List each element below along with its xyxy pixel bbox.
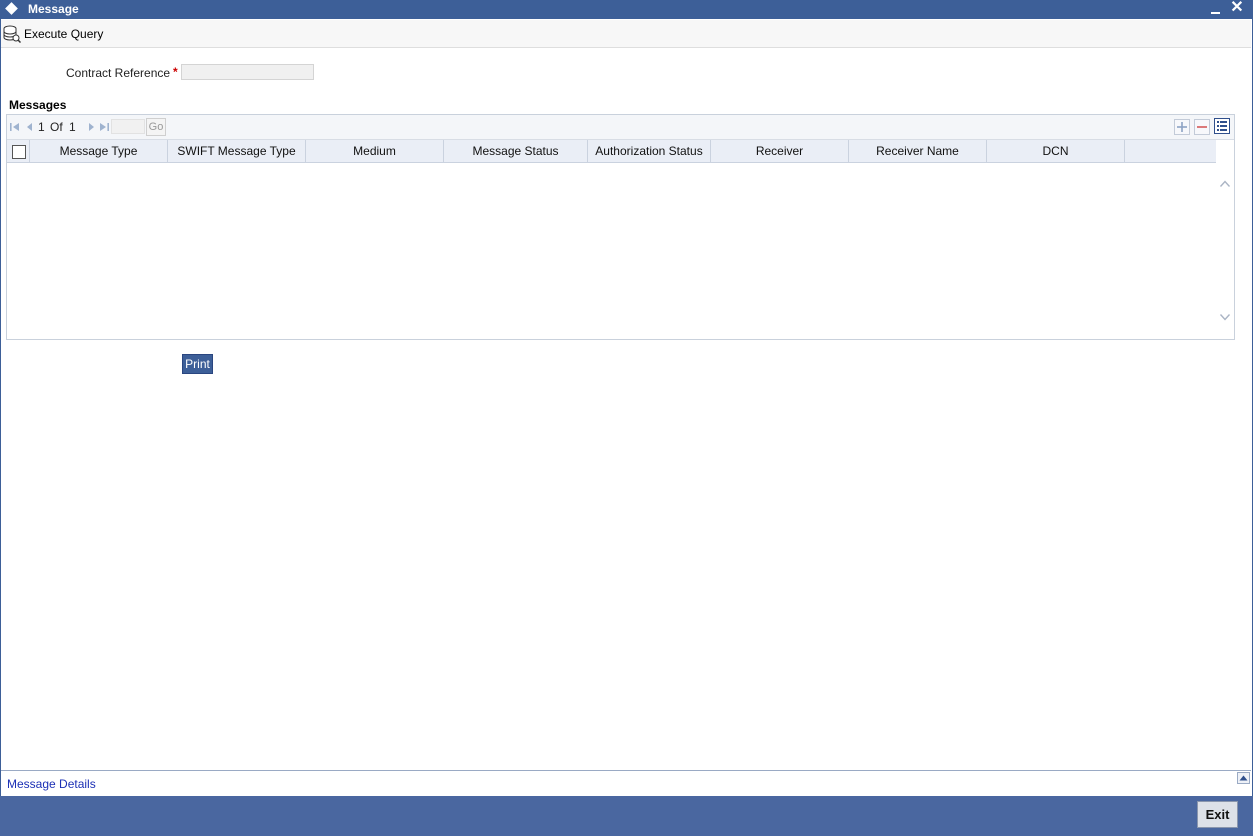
messages-section-title: Messages xyxy=(9,98,67,112)
current-page: 1 xyxy=(38,120,45,134)
column-header-swift-message-type[interactable]: SWIFT Message Type xyxy=(168,140,306,162)
message-details-link[interactable]: Message Details xyxy=(7,777,96,791)
minimize-icon[interactable] xyxy=(1209,2,1223,16)
toolbar: Execute Query xyxy=(1,20,1251,48)
column-header-message-status[interactable]: Message Status xyxy=(444,140,588,162)
grid-body xyxy=(7,163,1216,339)
add-row-icon[interactable] xyxy=(1174,119,1190,135)
column-header-dcn[interactable]: DCN xyxy=(987,140,1125,162)
contract-reference-input[interactable] xyxy=(181,64,314,80)
page-number-input[interactable] xyxy=(111,119,145,134)
select-all-checkbox[interactable] xyxy=(12,145,26,159)
scroll-down-icon[interactable] xyxy=(1219,311,1231,323)
required-marker: * xyxy=(173,65,178,79)
message-details-bar: Message Details xyxy=(1,770,1251,796)
expand-panel-icon[interactable] xyxy=(1237,772,1250,784)
close-icon[interactable]: ✕ xyxy=(1229,0,1245,16)
vertical-scrollbar[interactable] xyxy=(1217,163,1233,338)
delete-row-icon[interactable] xyxy=(1194,119,1210,135)
footer-bar: Exit xyxy=(0,796,1253,836)
execute-query-label: Execute Query xyxy=(24,27,104,41)
messages-grid: 1 Of 1 Go Message Type SWIFT Message Typ… xyxy=(6,114,1235,340)
select-all-cell xyxy=(7,140,30,162)
go-button[interactable]: Go xyxy=(146,118,166,136)
grid-header: Message Type SWIFT Message Type Medium M… xyxy=(7,140,1216,163)
contract-reference-label: Contract Reference xyxy=(66,66,171,80)
column-header-medium[interactable]: Medium xyxy=(306,140,444,162)
single-record-view-icon[interactable] xyxy=(1214,118,1230,134)
previous-page-icon[interactable] xyxy=(24,121,36,133)
window-title: Message xyxy=(28,2,79,16)
page-of-label: Of xyxy=(50,120,63,134)
total-pages: 1 xyxy=(69,120,76,134)
app-diamond-icon xyxy=(5,2,18,15)
first-page-icon[interactable] xyxy=(9,121,21,133)
column-header-authorization-status[interactable]: Authorization Status xyxy=(588,140,711,162)
next-page-icon[interactable] xyxy=(85,121,97,133)
column-header-receiver[interactable]: Receiver xyxy=(711,140,849,162)
grid-pager: 1 Of 1 Go xyxy=(7,115,1234,140)
last-page-icon[interactable] xyxy=(98,121,110,133)
print-button[interactable]: Print xyxy=(182,354,213,374)
window-titlebar: Message ✕ xyxy=(0,0,1253,19)
scroll-up-icon[interactable] xyxy=(1219,178,1231,190)
database-query-icon xyxy=(3,25,21,43)
exit-button[interactable]: Exit xyxy=(1197,801,1238,828)
column-header-message-type[interactable]: Message Type xyxy=(30,140,168,162)
column-header-receiver-name[interactable]: Receiver Name xyxy=(849,140,987,162)
column-header-spacer xyxy=(1125,140,1215,162)
